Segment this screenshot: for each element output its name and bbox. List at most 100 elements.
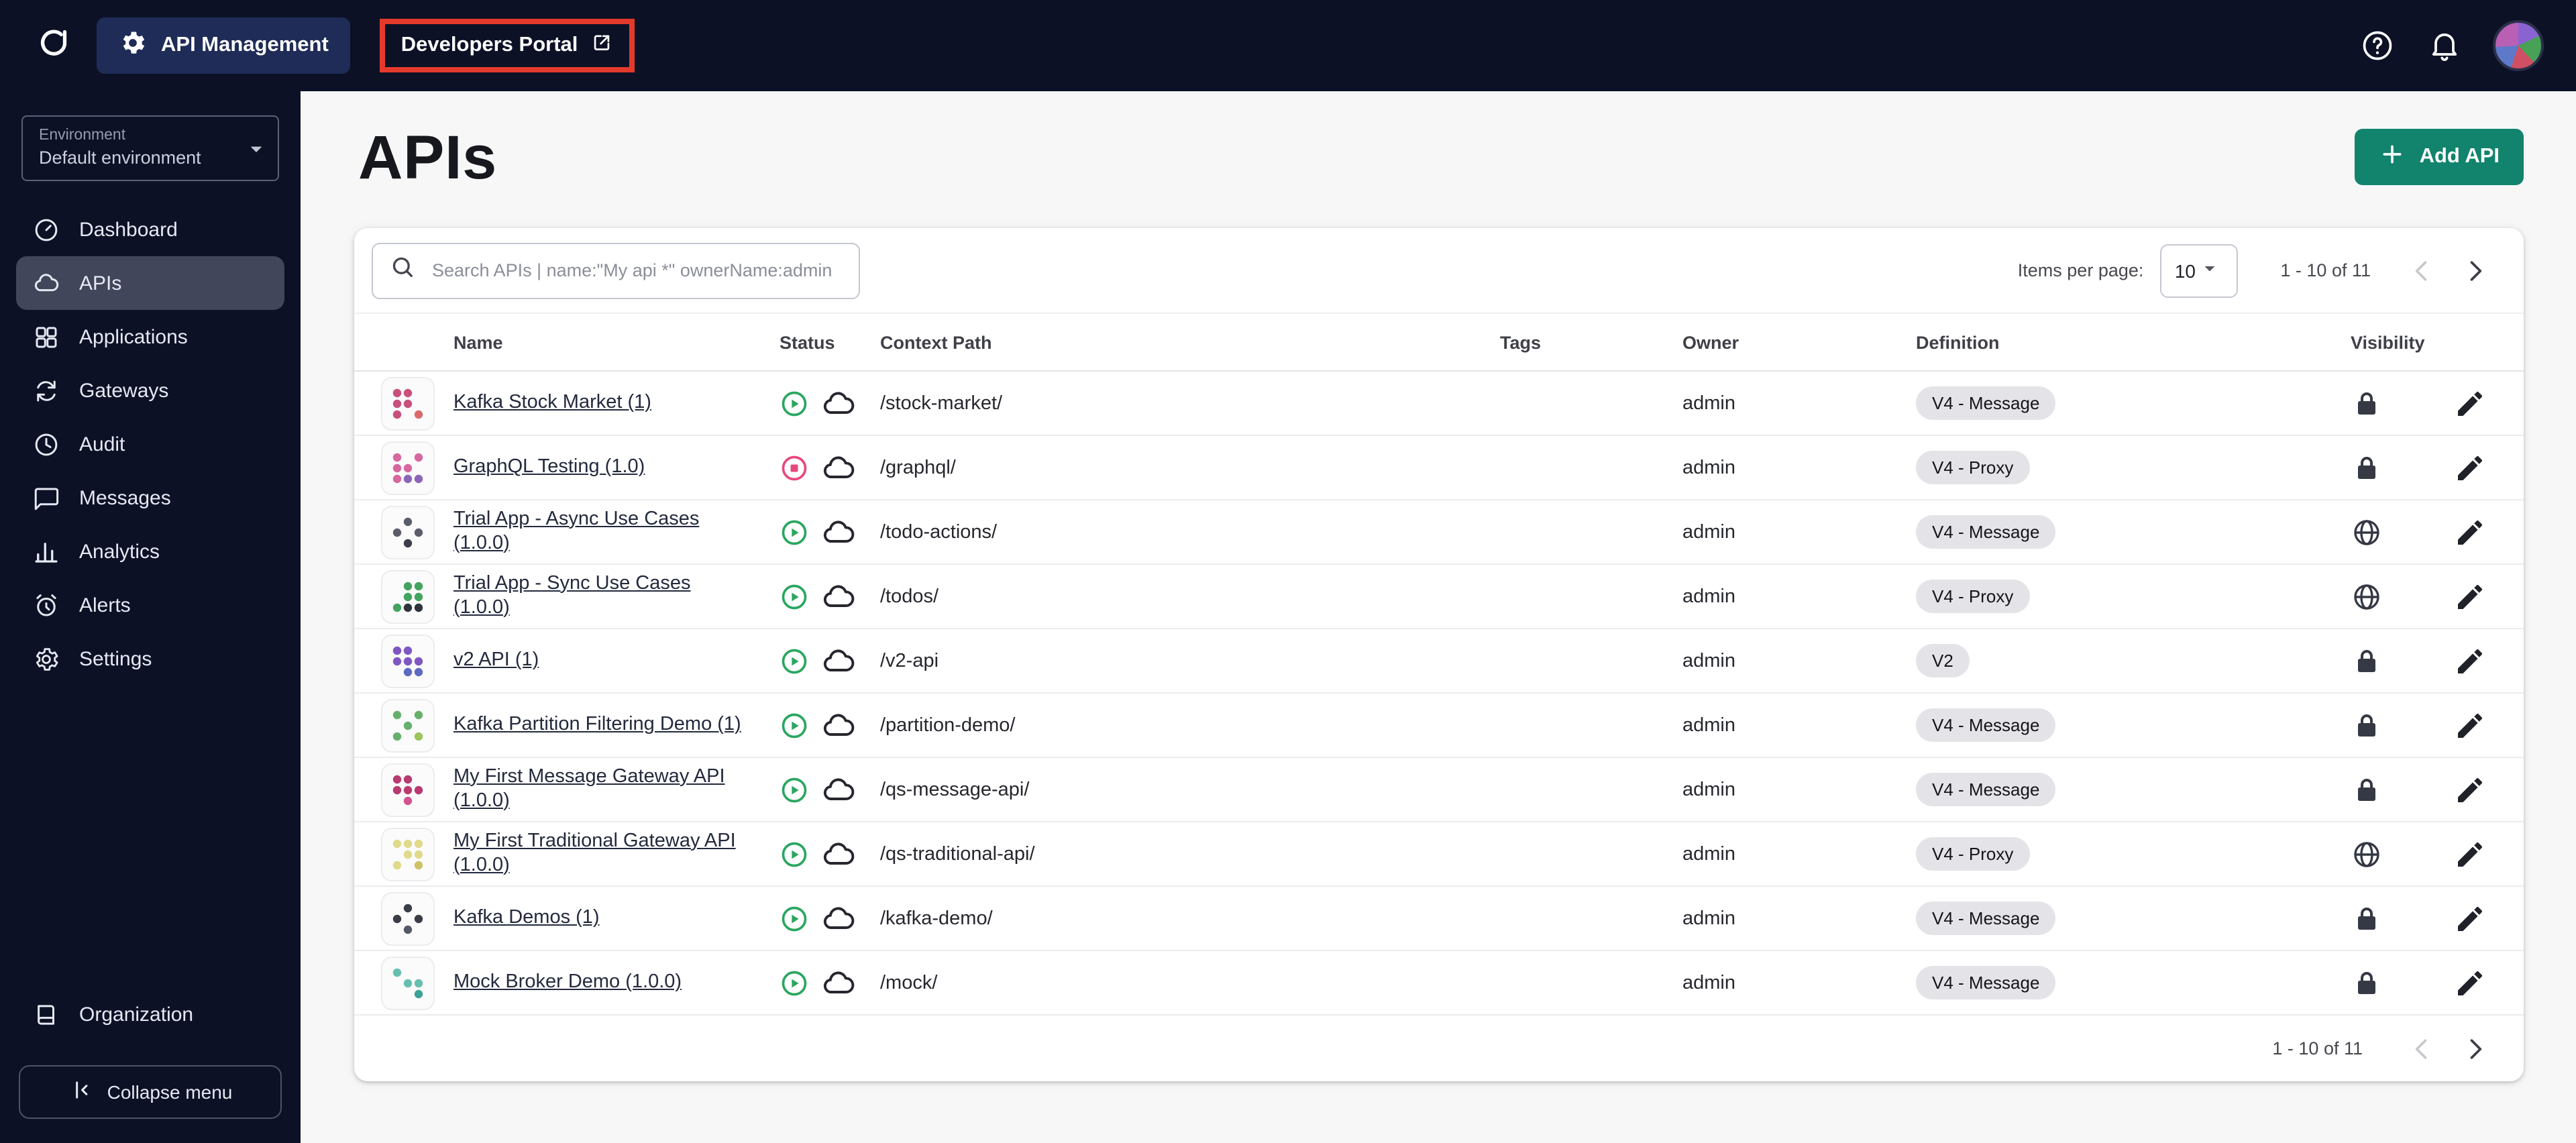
lock-icon xyxy=(2351,387,2442,419)
table-row[interactable]: Kafka Partition Filtering Demo (1) /part… xyxy=(354,694,2524,758)
annotation-highlight-box: Developers Portal xyxy=(379,19,635,72)
api-name-link[interactable]: Trial App - Async Use Cases (1.0.0) xyxy=(453,508,745,556)
status-started-icon xyxy=(780,904,809,933)
definition-badge: V2 xyxy=(1916,644,1970,677)
sidebar-item-label: Messages xyxy=(79,486,171,509)
gateways-icon xyxy=(32,376,60,404)
edit-api-button[interactable] xyxy=(2442,451,2497,484)
edit-api-button[interactable] xyxy=(2442,516,2497,548)
footer-next-page-button[interactable] xyxy=(2449,1022,2502,1075)
table-row[interactable]: GraphQL Testing (1.0) /graphql/ admin V4… xyxy=(354,436,2524,500)
sidebar-item-applications[interactable]: Applications xyxy=(16,310,284,364)
table-row[interactable]: My First Message Gateway API (1.0.0) /qs… xyxy=(354,758,2524,822)
edit-api-button[interactable] xyxy=(2442,709,2497,741)
add-api-button[interactable]: Add API xyxy=(2355,129,2524,185)
context-path: /partition-demo/ xyxy=(880,714,1016,736)
api-status xyxy=(780,514,880,549)
apis-table-card: Items per page: 10 1 - 10 of 11 Name xyxy=(354,228,2524,1081)
chevron-down-icon xyxy=(243,135,270,162)
edit-api-button[interactable] xyxy=(2442,645,2497,677)
status-started-icon xyxy=(780,839,809,869)
sidebar-item-dashboard[interactable]: Dashboard xyxy=(16,203,284,256)
cloud-icon xyxy=(821,708,856,743)
items-per-page-select[interactable]: 10 xyxy=(2159,243,2238,297)
sidebar-item-settings[interactable]: Settings xyxy=(16,632,284,686)
edit-api-button[interactable] xyxy=(2442,387,2497,419)
topbar-right-actions xyxy=(2359,20,2544,71)
owner: admin xyxy=(1682,650,1735,671)
header-cell-definition: Definition xyxy=(1916,332,2000,352)
table-row[interactable]: Kafka Stock Market (1) /stock-market/ ad… xyxy=(354,372,2524,436)
api-name-link[interactable]: My First Traditional Gateway API (1.0.0) xyxy=(453,830,745,878)
context-path: /graphql/ xyxy=(880,457,956,478)
sidebar-item-apis[interactable]: APIs xyxy=(16,256,284,310)
table-row[interactable]: Trial App - Async Use Cases (1.0.0) /tod… xyxy=(354,500,2524,565)
sidebar-item-label: Audit xyxy=(79,433,125,455)
status-started-icon xyxy=(780,517,809,547)
sidebar-item-label: Applications xyxy=(79,325,188,348)
owner: admin xyxy=(1682,972,1735,993)
sidebar-item-alerts[interactable]: Alerts xyxy=(16,578,284,632)
previous-page-button[interactable] xyxy=(2395,243,2449,297)
api-name-link[interactable]: GraphQL Testing (1.0) xyxy=(453,456,645,480)
owner: admin xyxy=(1682,392,1735,414)
table-row[interactable]: Mock Broker Demo (1.0.0) /mock/ admin V4… xyxy=(354,951,2524,1016)
api-status xyxy=(780,643,880,678)
developers-portal-link[interactable]: Developers Portal xyxy=(401,31,613,60)
user-avatar[interactable] xyxy=(2493,20,2544,71)
globe-icon xyxy=(2351,516,2442,548)
page-title: APIs xyxy=(358,122,497,192)
footer-previous-page-button[interactable] xyxy=(2395,1022,2449,1075)
context-path: /qs-message-api/ xyxy=(880,779,1030,800)
table-row[interactable]: Kafka Demos (1) /kafka-demo/ admin V4 - … xyxy=(354,887,2524,951)
api-avatar xyxy=(381,891,435,945)
sidebar-item-label: Gateways xyxy=(79,379,169,402)
header-cell-owner: Owner xyxy=(1682,332,1739,352)
api-status xyxy=(780,386,880,421)
sidebar-item-organization[interactable]: Organization xyxy=(16,987,284,1041)
edit-api-button[interactable] xyxy=(2442,967,2497,999)
collapse-menu-button[interactable]: Collapse menu xyxy=(19,1065,282,1119)
api-management-switcher[interactable]: API Management xyxy=(97,17,350,74)
help-button[interactable] xyxy=(2359,27,2396,64)
edit-api-button[interactable] xyxy=(2442,838,2497,870)
environment-selector[interactable]: Environment Default environment xyxy=(21,115,279,181)
globe-icon xyxy=(2351,838,2442,870)
search-input[interactable] xyxy=(429,259,843,282)
api-name-link[interactable]: v2 API (1) xyxy=(453,649,539,673)
api-avatar xyxy=(381,569,435,623)
environment-value: Default environment xyxy=(39,148,201,168)
notifications-bell-button[interactable] xyxy=(2426,27,2463,64)
next-page-button[interactable] xyxy=(2449,243,2502,297)
sidebar-item-label: Dashboard xyxy=(79,218,178,241)
edit-api-button[interactable] xyxy=(2442,902,2497,934)
api-name-link[interactable]: Kafka Stock Market (1) xyxy=(453,392,651,415)
api-name-link[interactable]: Kafka Demos (1) xyxy=(453,907,600,930)
main-content: APIs Add API Items per page: 1 xyxy=(301,91,2576,1143)
sidebar-item-gateways[interactable]: Gateways xyxy=(16,364,284,417)
table-row[interactable]: v2 API (1) /v2-api admin V2 xyxy=(354,629,2524,694)
table-toolbar: Items per page: 10 1 - 10 of 11 xyxy=(354,228,2524,313)
api-status xyxy=(780,450,880,485)
sidebar-item-audit[interactable]: Audit xyxy=(16,417,284,471)
api-status xyxy=(780,965,880,1000)
api-name-link[interactable]: Mock Broker Demo (1.0.0) xyxy=(453,971,682,995)
definition-badge: V4 - Proxy xyxy=(1916,580,2030,613)
status-started-icon xyxy=(780,968,809,997)
edit-api-button[interactable] xyxy=(2442,773,2497,806)
table-row[interactable]: My First Traditional Gateway API (1.0.0)… xyxy=(354,822,2524,887)
sidebar-item-messages[interactable]: Messages xyxy=(16,471,284,525)
sidebar-menu: Dashboard APIs Applications Gateways Aud… xyxy=(0,203,301,686)
api-name-link[interactable]: Kafka Partition Filtering Demo (1) xyxy=(453,714,741,737)
api-avatar xyxy=(381,376,435,430)
top-bar: API Management Developers Portal xyxy=(0,0,2576,91)
edit-api-button[interactable] xyxy=(2442,580,2497,612)
chevron-down-icon xyxy=(2198,256,2222,284)
lock-icon xyxy=(2351,645,2442,677)
sidebar-item-analytics[interactable]: Analytics xyxy=(16,525,284,578)
api-name-link[interactable]: My First Message Gateway API (1.0.0) xyxy=(453,766,745,814)
context-path: /kafka-demo/ xyxy=(880,908,993,929)
status-started-icon xyxy=(780,775,809,804)
api-name-link[interactable]: Trial App - Sync Use Cases (1.0.0) xyxy=(453,573,745,620)
table-row[interactable]: Trial App - Sync Use Cases (1.0.0) /todo… xyxy=(354,565,2524,629)
